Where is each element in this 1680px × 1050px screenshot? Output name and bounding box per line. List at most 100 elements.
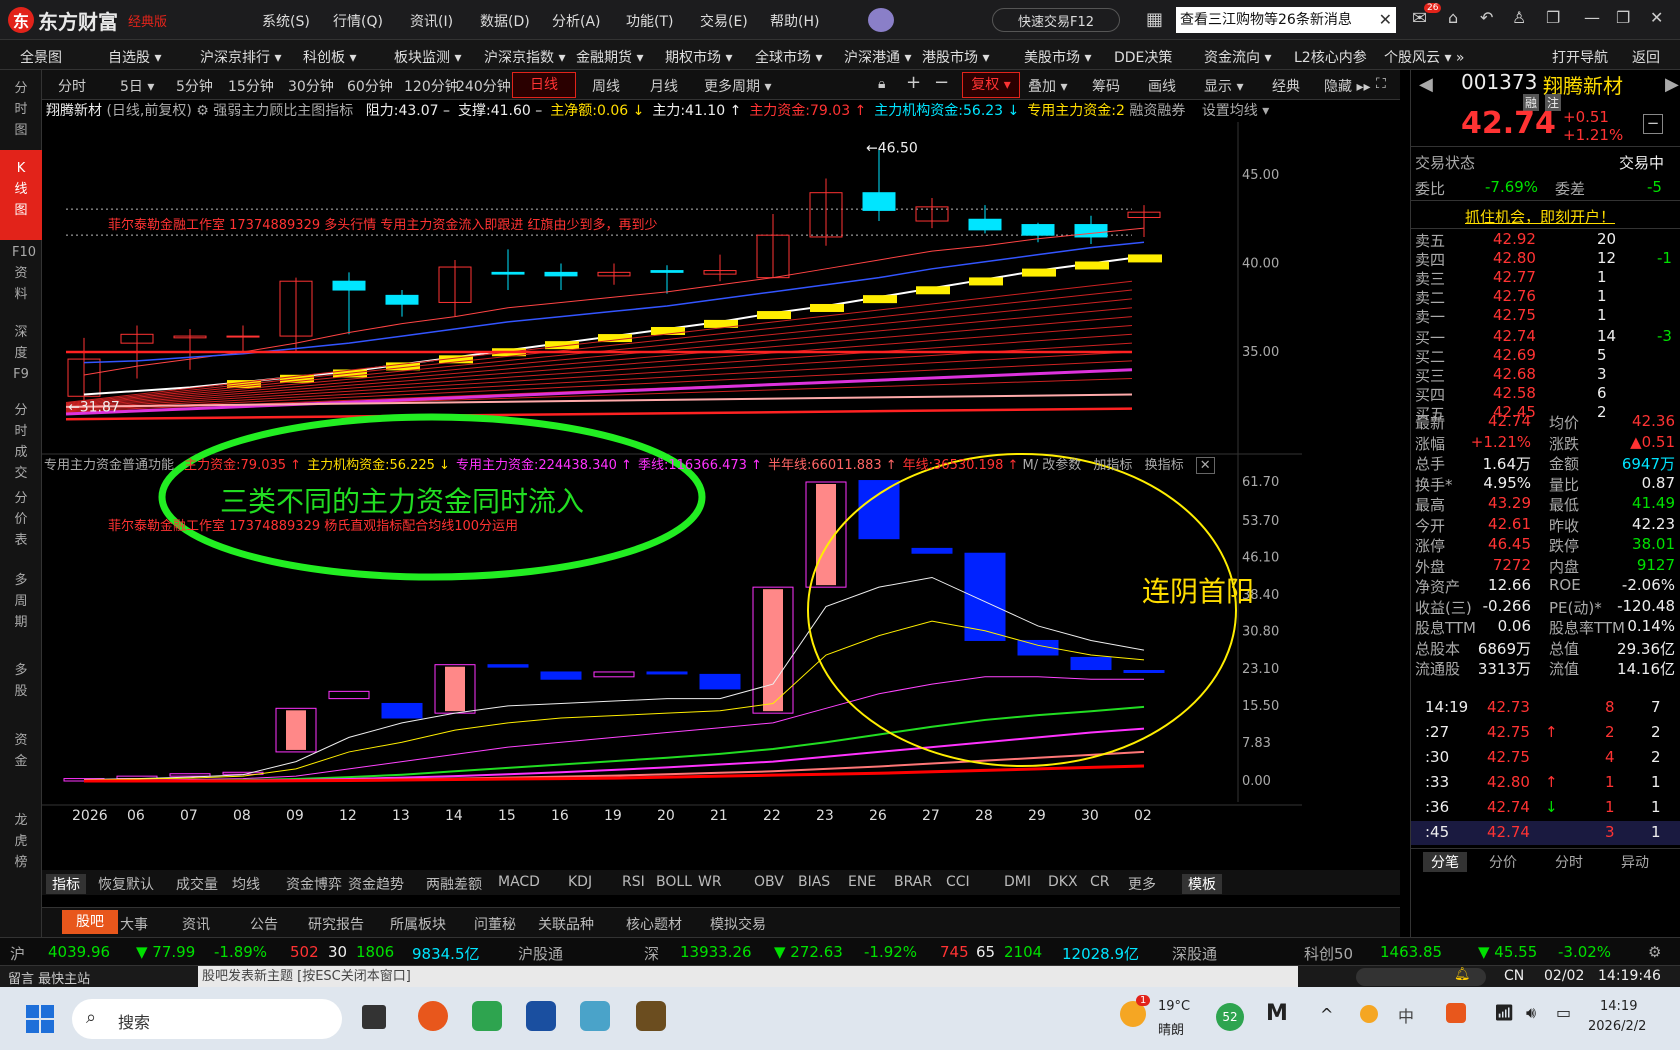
nav-star-market[interactable]: 科创板 ▾ [303,47,356,67]
prev-stock-icon[interactable]: ◀ [1419,74,1433,95]
wifi-icon[interactable]: 📶︎ [1494,1003,1514,1022]
indicator-tab-10[interactable]: BOLL [656,874,692,890]
bell-icon[interactable]: 🔔︎ [1454,967,1471,982]
windows-start-icon[interactable] [26,1005,54,1033]
view-depth[interactable]: 深度F9 [0,322,42,385]
open-account-link[interactable]: 抓住机会，即刻开户！ [1465,206,1615,227]
info-tab-6[interactable]: 问董秘 [474,914,516,934]
nav-l2[interactable]: L2核心内参 [1294,47,1367,67]
period-5day[interactable]: 5日 ▾ [120,76,154,96]
quote-tab-1[interactable]: 分价 [1489,852,1517,872]
indicator-tab-2[interactable]: 成交量 [176,874,218,894]
menu-quote[interactable]: 行情(Q) [333,11,383,31]
nav-connect[interactable]: 沪深港通 ▾ [844,47,911,67]
indicator-tab-9[interactable]: RSI [622,874,645,890]
battery-icon[interactable]: ▭ [1556,1003,1571,1022]
period-5min[interactable]: 5分钟 [176,76,213,96]
indicator-tab-8[interactable]: KDJ [568,874,592,890]
period-week[interactable]: 周线 [592,76,620,96]
quick-trade-button[interactable]: 快速交易F12 [992,8,1120,32]
settings-icon[interactable]: ⚙ [1648,943,1661,961]
indicator-tab-11[interactable]: WR [698,874,722,890]
taskbar-search-box[interactable]: ⌕ 搜索 [72,999,342,1039]
indicator-tab-5[interactable]: 资金趋势 [348,874,404,894]
close-sub-chart-icon[interactable]: ✕ [1195,457,1215,474]
menu-help[interactable]: 帮助(H) [770,11,819,31]
period-month[interactable]: 月线 [650,76,678,96]
zoom-out-icon[interactable]: − [934,72,949,93]
nav-us[interactable]: 美股市场 ▾ [1024,47,1091,67]
menu-analysis[interactable]: 分析(A) [552,11,601,31]
hgt-label[interactable]: 沪股通 [518,943,563,964]
indicator-tab-3[interactable]: 均线 [232,874,260,894]
period-60min[interactable]: 60分钟 [347,76,393,96]
app-icon-eastmoney[interactable] [418,1001,448,1031]
nav-return[interactable]: 返回 [1632,47,1660,67]
adjust-button[interactable]: 复权 ▾ [962,72,1020,98]
indicator-tab-16[interactable]: CCI [946,874,970,890]
view-dragon-tiger[interactable]: 龙虎榜 [0,810,42,873]
info-tab-3[interactable]: 公告 [250,914,278,934]
info-tab-2[interactable]: 资讯 [182,914,210,934]
nav-ranking[interactable]: 沪深京排行 ▾ [200,47,281,67]
tray-app-icon[interactable] [1360,1005,1378,1023]
info-tab-9[interactable]: 模拟交易 [710,914,766,934]
nav-stock-news[interactable]: 个股风云 ▾ » [1384,47,1465,67]
nav-capital-flow[interactable]: 资金流向 ▾ [1204,47,1271,67]
status-left[interactable]: 留言 最快主站 [8,968,90,987]
nav-global[interactable]: 全球市场 ▾ [755,47,822,67]
edit-params-button[interactable]: 改参数 [1042,458,1081,473]
kc-value[interactable]: 1463.85 [1380,943,1442,961]
display-button[interactable]: 显示 ▾ [1204,76,1243,96]
indicator-name[interactable]: 强弱主力顾比主图指标 [213,103,353,119]
grid-icon[interactable]: ▦ [1146,9,1163,30]
tray-badge-52[interactable]: 52 [1216,1003,1244,1031]
period-120min[interactable]: 120分钟 [404,76,459,96]
menu-system[interactable]: 系统(S) [262,11,310,31]
indicator-tab-7[interactable]: MACD [498,874,540,890]
period-day[interactable]: 日线 [512,72,576,98]
indicator-tab-12[interactable]: OBV [754,874,784,890]
nav-index[interactable]: 沪深京指数 ▾ [484,47,565,67]
nav-options[interactable]: 期权市场 ▾ [665,47,732,67]
view-price-table[interactable]: 分价表 [0,488,42,551]
info-tab-0[interactable]: 股吧 [62,910,118,934]
app-icon-other[interactable] [636,1001,666,1031]
period-240min[interactable]: 240分钟 [456,76,511,96]
view-kline[interactable]: K线图 [0,150,42,240]
info-tab-8[interactable]: 核心题材 [626,914,682,934]
set-ma-button[interactable]: 设置均线 ▾ [1202,103,1269,119]
indicator-tab-0[interactable]: 指标 [46,874,86,894]
taskview-icon[interactable] [362,1005,386,1029]
info-tab-1[interactable]: 大事 [120,914,148,934]
zoom-in-icon[interactable]: + [906,72,921,93]
menu-news[interactable]: 资讯(I) [410,11,453,31]
sgt-label[interactable]: 深股通 [1172,943,1217,964]
nav-panorama[interactable]: 全景图 [20,47,62,67]
minimize-icon[interactable]: — [1584,8,1600,27]
nav-hk[interactable]: 港股市场 ▾ [922,47,989,67]
tray-s-icon[interactable] [1446,1003,1466,1023]
nav-open-guide[interactable]: 打开导航 [1552,47,1608,67]
sh-value[interactable]: 4039.96 [48,943,110,961]
view-capital[interactable]: 资金 [0,730,42,772]
period-15min[interactable]: 15分钟 [228,76,274,96]
menu-function[interactable]: 功能(T) [626,11,673,31]
indicator-tab-13[interactable]: BIAS [798,874,830,890]
indicator-tab-4[interactable]: 资金博弈 [286,874,342,894]
hide-button[interactable]: 隐藏 ▸▸ [1324,76,1371,96]
add-indicator-button[interactable]: 加指标 [1093,458,1132,473]
nav-dde[interactable]: DDE决策 [1114,47,1172,67]
close-icon[interactable]: ✕ [1379,7,1392,33]
indicator-tab-1[interactable]: 恢复默认 [98,874,154,894]
draw-line-button[interactable]: 画线 [1148,76,1176,96]
shirt-icon[interactable]: ♙ [1512,8,1526,27]
fullscreen-icon[interactable]: ⛶ [1376,76,1386,92]
period-more[interactable]: 更多周期 ▾ [704,76,771,96]
indicator-tab-18[interactable]: DKX [1048,874,1078,890]
nav-watchlist[interactable]: 自选股 ▾ [108,47,161,67]
indicator-tab-6[interactable]: 两融差额 [426,874,482,894]
indicator-tab-17[interactable]: DMI [1004,874,1031,890]
tray-chevron-icon[interactable]: ^ [1320,1005,1333,1024]
popup-notice[interactable]: 股吧发表新主题 [按ESC关闭本窗口] [198,966,1298,988]
